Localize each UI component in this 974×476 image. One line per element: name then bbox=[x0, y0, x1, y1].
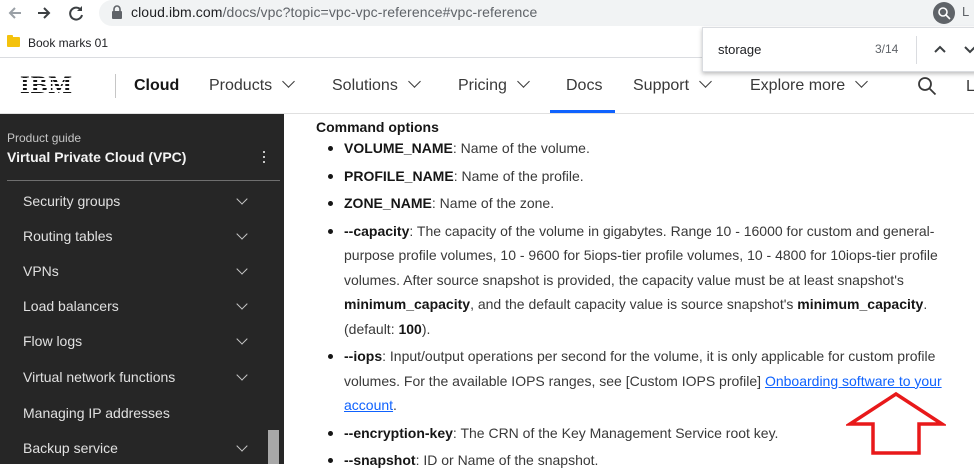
nav-support[interactable]: Support bbox=[633, 75, 712, 95]
sidebar-item-label: Managing IP addresses bbox=[23, 405, 170, 421]
chevron-down-icon bbox=[236, 440, 248, 452]
find-in-page-bar: storage 3/14 bbox=[702, 27, 974, 72]
sidebar-item-label: Virtual network functions bbox=[23, 369, 176, 385]
sidebar-item-load-balancers[interactable]: Load balancers bbox=[0, 290, 268, 324]
chevron-down-icon bbox=[517, 75, 530, 88]
cloud-brand[interactable]: Cloud bbox=[134, 77, 179, 95]
sidebar-item-virtual-network-functions[interactable]: Virtual network functions bbox=[0, 361, 268, 395]
product-guide-label: Product guide bbox=[7, 131, 82, 145]
product-title[interactable]: Virtual Private Cloud (VPC) bbox=[7, 149, 186, 165]
chevron-up-icon[interactable] bbox=[929, 38, 951, 60]
chevron-down-icon bbox=[236, 228, 248, 240]
chevron-down-icon bbox=[699, 75, 712, 88]
search-icon[interactable] bbox=[917, 76, 937, 96]
chevron-down-icon bbox=[407, 75, 421, 88]
back-arrow-icon[interactable] bbox=[4, 2, 26, 24]
nav-solutions[interactable]: Solutions bbox=[332, 75, 421, 95]
url-text[interactable]: cloud.ibm.com/docs/vpc?topic=vpc-vpc-ref… bbox=[131, 4, 537, 20]
sidebar-item-routing-tables[interactable]: Routing tables bbox=[0, 220, 268, 254]
chevron-down-icon bbox=[236, 333, 248, 345]
sidebar-divider bbox=[7, 180, 280, 181]
list-item: PROFILE_NAME: Name of the profile. bbox=[326, 164, 966, 189]
header-cut-text: L bbox=[966, 78, 974, 95]
sidebar-item-label: VPNs bbox=[23, 263, 59, 279]
profile-cut-text: L bbox=[962, 4, 970, 19]
annotation-arrow-icon bbox=[846, 391, 946, 455]
browser-toolbar: cloud.ibm.com/docs/vpc?topic=vpc-vpc-ref… bbox=[0, 0, 974, 27]
overflow-menu-icon[interactable] bbox=[262, 151, 266, 165]
search-lens-icon[interactable] bbox=[933, 2, 955, 24]
chevron-down-icon bbox=[282, 75, 296, 88]
sidebar-item-flow-logs[interactable]: Flow logs bbox=[0, 325, 268, 359]
ibm-logo[interactable]: IBM bbox=[20, 72, 73, 100]
list-item: ZONE_NAME: Name of the zone. bbox=[326, 191, 966, 216]
find-match-count: 3/14 bbox=[875, 42, 899, 56]
sidebar-item-label: Load balancers bbox=[23, 298, 119, 314]
find-divider bbox=[916, 36, 917, 64]
chevron-down-icon bbox=[236, 263, 248, 275]
sidebar-item-vpns[interactable]: VPNs bbox=[0, 255, 268, 289]
nav-pricing[interactable]: Pricing bbox=[458, 75, 530, 95]
chevron-down-icon[interactable] bbox=[959, 38, 974, 60]
sidebar-item-label: Backup service bbox=[23, 440, 118, 456]
list-item: --capacity: The capacity of the volume i… bbox=[326, 219, 966, 342]
sidebar-item-security-groups[interactable]: Security groups bbox=[0, 185, 268, 219]
chevron-down-icon bbox=[236, 298, 248, 310]
active-tab-indicator bbox=[550, 110, 615, 113]
list-item: VOLUME_NAME: Name of the volume. bbox=[326, 136, 966, 161]
nav-docs[interactable]: Docs bbox=[566, 77, 602, 95]
lock-icon[interactable] bbox=[111, 5, 123, 19]
sidebar-item-label: Flow logs bbox=[23, 333, 83, 349]
sidebar-item-label: Routing tables bbox=[23, 228, 113, 244]
forward-arrow-icon[interactable] bbox=[33, 2, 55, 24]
sidebar-item-managing-ip-addresses[interactable]: Managing IP addresses bbox=[0, 397, 268, 431]
nav-products[interactable]: Products bbox=[209, 75, 296, 95]
sidebar-item-backup-service[interactable]: Backup service bbox=[0, 432, 268, 466]
chevron-down-icon bbox=[236, 193, 248, 205]
reload-icon[interactable] bbox=[65, 2, 87, 24]
section-heading: Command options bbox=[316, 119, 439, 135]
chevron-down-icon bbox=[236, 369, 248, 381]
find-input[interactable]: storage bbox=[718, 42, 761, 57]
sidebar-scrollbar[interactable] bbox=[268, 430, 279, 464]
folder-icon[interactable] bbox=[7, 35, 20, 47]
left-nav: Product guide Virtual Private Cloud (VPC… bbox=[0, 114, 284, 464]
nav-explore-more[interactable]: Explore more bbox=[750, 75, 869, 95]
header-divider bbox=[115, 74, 116, 98]
bookmark-folder-label[interactable]: Book marks 01 bbox=[28, 36, 108, 50]
chevron-down-icon bbox=[855, 75, 869, 88]
sidebar-item-label: Security groups bbox=[23, 193, 121, 209]
